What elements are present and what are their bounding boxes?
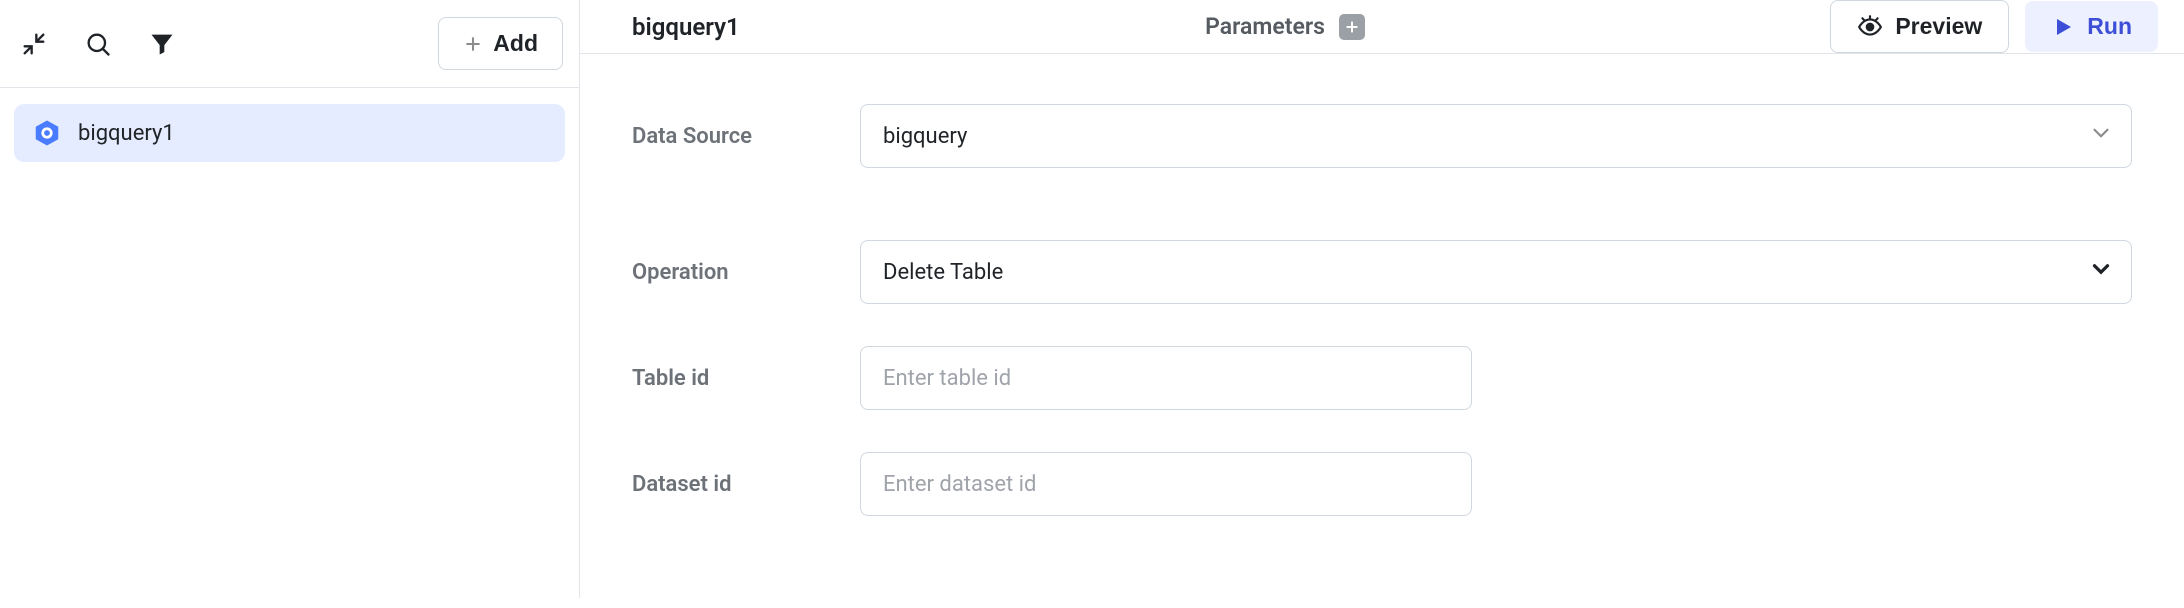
collapse-icon[interactable] (16, 26, 52, 62)
main-panel: bigquery1 Parameters (580, 0, 2184, 598)
row-operation: Operation (632, 240, 2132, 304)
add-button[interactable]: Add (438, 17, 563, 70)
data-source-select[interactable] (860, 104, 2132, 168)
label-dataset-id: Dataset id (632, 472, 860, 497)
plus-icon (1339, 14, 1365, 40)
play-icon (2051, 15, 2075, 39)
preview-label: Preview (1895, 13, 1982, 40)
operation-select[interactable] (860, 240, 2132, 304)
sidebar-header: Add (0, 0, 579, 88)
label-operation: Operation (632, 260, 860, 285)
run-label: Run (2087, 13, 2132, 40)
sidebar-item-label: bigquery1 (78, 121, 175, 146)
row-table-id: Table id (632, 346, 2132, 410)
label-data-source: Data Source (632, 124, 860, 149)
table-id-input[interactable] (860, 346, 1472, 410)
parameters-button[interactable]: Parameters (1205, 13, 1365, 40)
query-title[interactable]: bigquery1 (632, 13, 740, 41)
row-dataset-id: Dataset id (632, 452, 2132, 516)
dataset-id-input[interactable] (860, 452, 1472, 516)
sidebar-item-bigquery1[interactable]: bigquery1 (14, 104, 565, 162)
label-table-id: Table id (632, 366, 860, 391)
parameters-label: Parameters (1205, 13, 1325, 40)
preview-button[interactable]: Preview (1830, 0, 2009, 53)
run-button[interactable]: Run (2025, 1, 2158, 52)
main-header: bigquery1 Parameters (580, 0, 2184, 54)
eye-icon (1857, 14, 1883, 40)
search-icon[interactable] (80, 26, 116, 62)
filter-icon[interactable] (144, 26, 180, 62)
row-data-source: Data Source (632, 104, 2132, 168)
bigquery-icon (32, 118, 62, 148)
add-button-label: Add (493, 30, 538, 57)
sidebar: Add bigquery1 (0, 0, 580, 598)
